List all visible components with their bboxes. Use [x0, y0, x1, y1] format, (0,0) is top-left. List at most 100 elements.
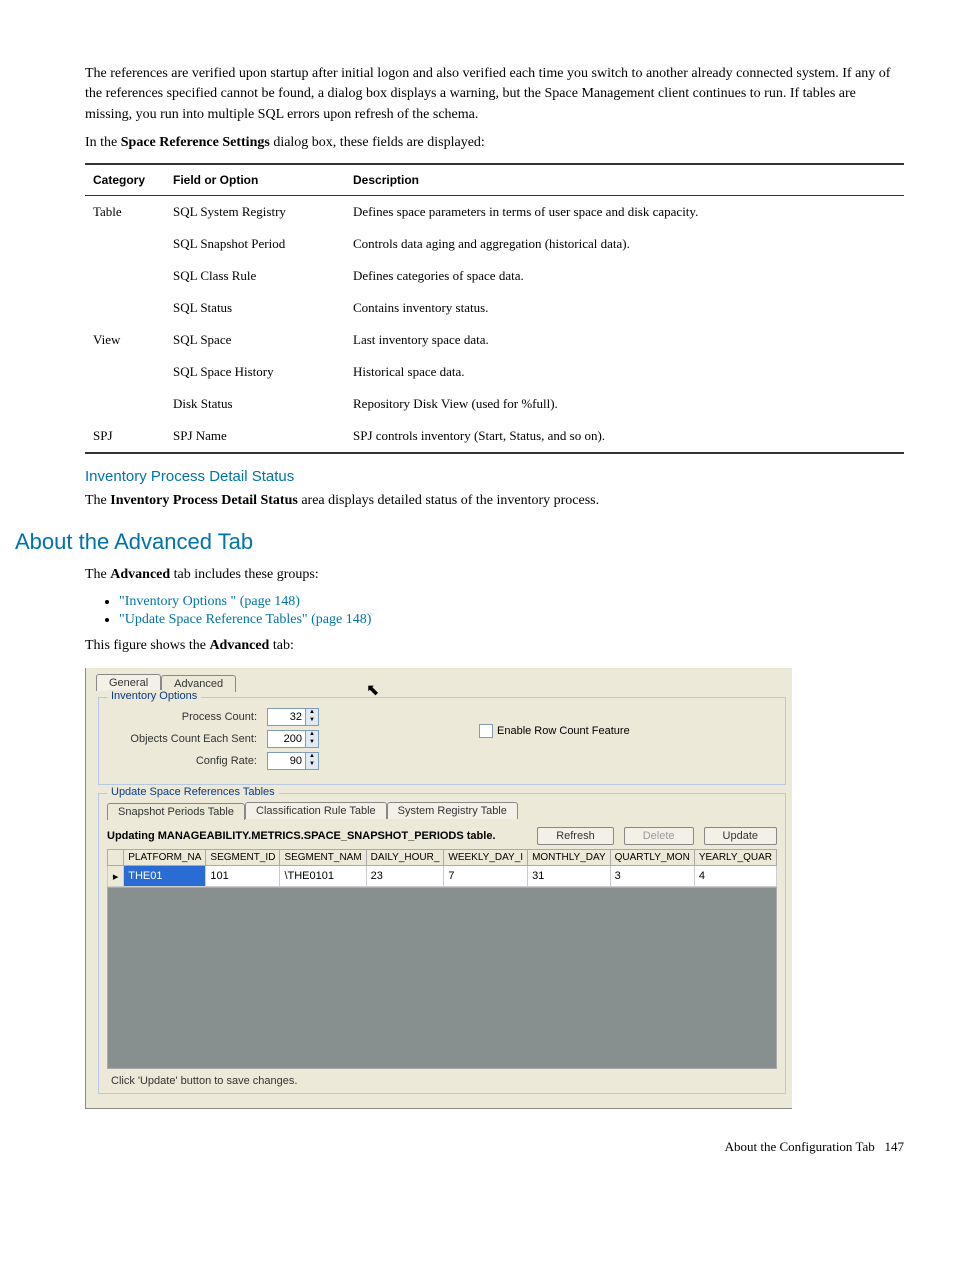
checkbox-icon[interactable] — [479, 724, 493, 738]
text: The — [85, 493, 110, 508]
col-monthly-day[interactable]: MONTHLY_DAY — [528, 850, 611, 866]
cell-segment-id[interactable]: 101 — [206, 866, 280, 887]
link-inventory-options[interactable]: "Inventory Options " (page 148) — [119, 594, 300, 609]
cell-description: Repository Disk View (used for %full). — [345, 388, 904, 420]
subtab-classification-rule[interactable]: Classification Rule Table — [245, 802, 387, 819]
table-row: SQL Class RuleDefines categories of spac… — [85, 260, 904, 292]
cell-daily-hour[interactable]: 23 — [366, 866, 444, 887]
cell-field: SQL System Registry — [165, 196, 345, 229]
cell-category — [85, 260, 165, 292]
text: dialog box, these fields are displayed: — [270, 135, 485, 150]
figure-advanced-tab: ⬉ General Advanced Inventory Options Pro… — [85, 668, 792, 1109]
footer-text: About the Configuration Tab — [725, 1139, 875, 1154]
heading-ipds: Inventory Process Detail Status — [85, 468, 904, 485]
cell-field: SQL Snapshot Period — [165, 228, 345, 260]
text: This figure shows the — [85, 638, 209, 653]
table-row: SPJSPJ NameSPJ controls inventory (Start… — [85, 420, 904, 453]
col-field: Field or Option — [165, 164, 345, 196]
text: tab: — [269, 638, 294, 653]
grid-empty-area — [107, 887, 777, 1069]
cell-category — [85, 228, 165, 260]
text: The — [85, 567, 110, 582]
table-row[interactable]: ▸ THE01 101 \THE0101 23 7 31 3 4 — [108, 866, 777, 887]
paragraph-dialog-intro: In the Space Reference Settings dialog b… — [85, 133, 904, 153]
col-daily-hour[interactable]: DAILY_HOUR_ — [366, 850, 444, 866]
group-inventory-options: Inventory Options Process Count: 32 ▲▼ O… — [98, 697, 786, 785]
paragraph-references: The references are verified upon startup… — [85, 64, 904, 125]
bullets-groups: "Inventory Options " (page 148) "Update … — [85, 594, 904, 628]
cell-category: SPJ — [85, 420, 165, 453]
table-row: SQL Space HistoryHistorical space data. — [85, 356, 904, 388]
text-bold: Advanced — [209, 638, 269, 653]
col-category: Category — [85, 164, 165, 196]
legend-inventory-options: Inventory Options — [107, 690, 201, 702]
status-updating: Updating MANAGEABILITY.METRICS.SPACE_SNA… — [107, 830, 496, 842]
subtab-system-registry[interactable]: System Registry Table — [387, 802, 518, 819]
subtab-snapshot-periods[interactable]: Snapshot Periods Table — [107, 803, 245, 820]
value-config-rate: 90 — [268, 753, 305, 769]
table-row: Disk StatusRepository Disk View (used fo… — [85, 388, 904, 420]
col-marker — [108, 850, 124, 866]
fields-table: Category Field or Option Description Tab… — [85, 163, 904, 454]
tab-general[interactable]: General — [96, 674, 161, 691]
cell-field: SQL Space History — [165, 356, 345, 388]
legend-update-space-ref: Update Space References Tables — [107, 786, 279, 798]
col-segment-id[interactable]: SEGMENT_ID — [206, 850, 280, 866]
page-footer: About the Configuration Tab 147 — [85, 1139, 904, 1155]
col-segment-name[interactable]: SEGMENT_NAM — [280, 850, 366, 866]
link-update-space-ref[interactable]: "Update Space Reference Tables" (page 14… — [119, 612, 371, 627]
cell-category — [85, 356, 165, 388]
subtabbar: Snapshot Periods Table Classification Ru… — [107, 802, 777, 819]
row-marker-icon: ▸ — [108, 866, 124, 887]
checkbox-enable-row-count[interactable]: Enable Row Count Feature — [479, 724, 630, 738]
value-objects-count: 200 — [268, 731, 305, 747]
down-arrow-icon[interactable]: ▼ — [306, 761, 318, 769]
cell-platform[interactable]: THE01 — [124, 866, 206, 887]
col-description: Description — [345, 164, 904, 196]
cell-description: Defines space parameters in terms of use… — [345, 196, 904, 229]
cell-field: SQL Class Rule — [165, 260, 345, 292]
down-arrow-icon[interactable]: ▼ — [306, 717, 318, 725]
text-bold: Inventory Process Detail Status — [110, 493, 298, 508]
cell-weekly-day[interactable]: 7 — [444, 866, 528, 887]
spinner-process-count[interactable]: 32 ▲▼ — [267, 708, 319, 726]
data-grid[interactable]: PLATFORM_NA SEGMENT_ID SEGMENT_NAM DAILY… — [107, 849, 777, 887]
cell-category: View — [85, 324, 165, 356]
cell-category — [85, 388, 165, 420]
col-platform[interactable]: PLATFORM_NA — [124, 850, 206, 866]
paragraph-ipds: The Inventory Process Detail Status area… — [85, 491, 904, 511]
cell-quarterly-mon[interactable]: 3 — [610, 866, 694, 887]
text: In the — [85, 135, 121, 150]
table-row: SQL Snapshot PeriodControls data aging a… — [85, 228, 904, 260]
table-row: TableSQL System RegistryDefines space pa… — [85, 196, 904, 229]
cell-description: SPJ controls inventory (Start, Status, a… — [345, 420, 904, 453]
cell-field: Disk Status — [165, 388, 345, 420]
cell-monthly-day[interactable]: 31 — [528, 866, 611, 887]
delete-button[interactable]: Delete — [624, 827, 694, 845]
cell-description: Historical space data. — [345, 356, 904, 388]
col-quarterly-mon[interactable]: QUARTLY_MON — [610, 850, 694, 866]
col-weekly-day[interactable]: WEEKLY_DAY_I — [444, 850, 528, 866]
label-config-rate: Config Rate: — [107, 755, 261, 767]
cell-field: SQL Status — [165, 292, 345, 324]
refresh-button[interactable]: Refresh — [537, 827, 614, 845]
spinner-objects-count[interactable]: 200 ▲▼ — [267, 730, 319, 748]
heading-about-advanced: About the Advanced Tab — [15, 529, 904, 555]
update-button[interactable]: Update — [704, 827, 777, 845]
down-arrow-icon[interactable]: ▼ — [306, 739, 318, 747]
label-enable-row-count: Enable Row Count Feature — [497, 725, 630, 737]
cell-description: Controls data aging and aggregation (his… — [345, 228, 904, 260]
col-yearly-quar[interactable]: YEARLY_QUAR — [694, 850, 776, 866]
cell-segment-name[interactable]: \THE0101 — [280, 866, 366, 887]
spinner-config-rate[interactable]: 90 ▲▼ — [267, 752, 319, 770]
page-number: 147 — [885, 1139, 905, 1154]
up-arrow-icon[interactable]: ▲ — [306, 753, 318, 761]
up-arrow-icon[interactable]: ▲ — [306, 709, 318, 717]
text: area displays detailed status of the inv… — [298, 493, 599, 508]
cell-yearly-quar[interactable]: 4 — [694, 866, 776, 887]
cell-description: Defines categories of space data. — [345, 260, 904, 292]
label-objects-count: Objects Count Each Sent: — [107, 733, 261, 745]
cell-category: Table — [85, 196, 165, 229]
up-arrow-icon[interactable]: ▲ — [306, 731, 318, 739]
value-process-count: 32 — [268, 709, 305, 725]
